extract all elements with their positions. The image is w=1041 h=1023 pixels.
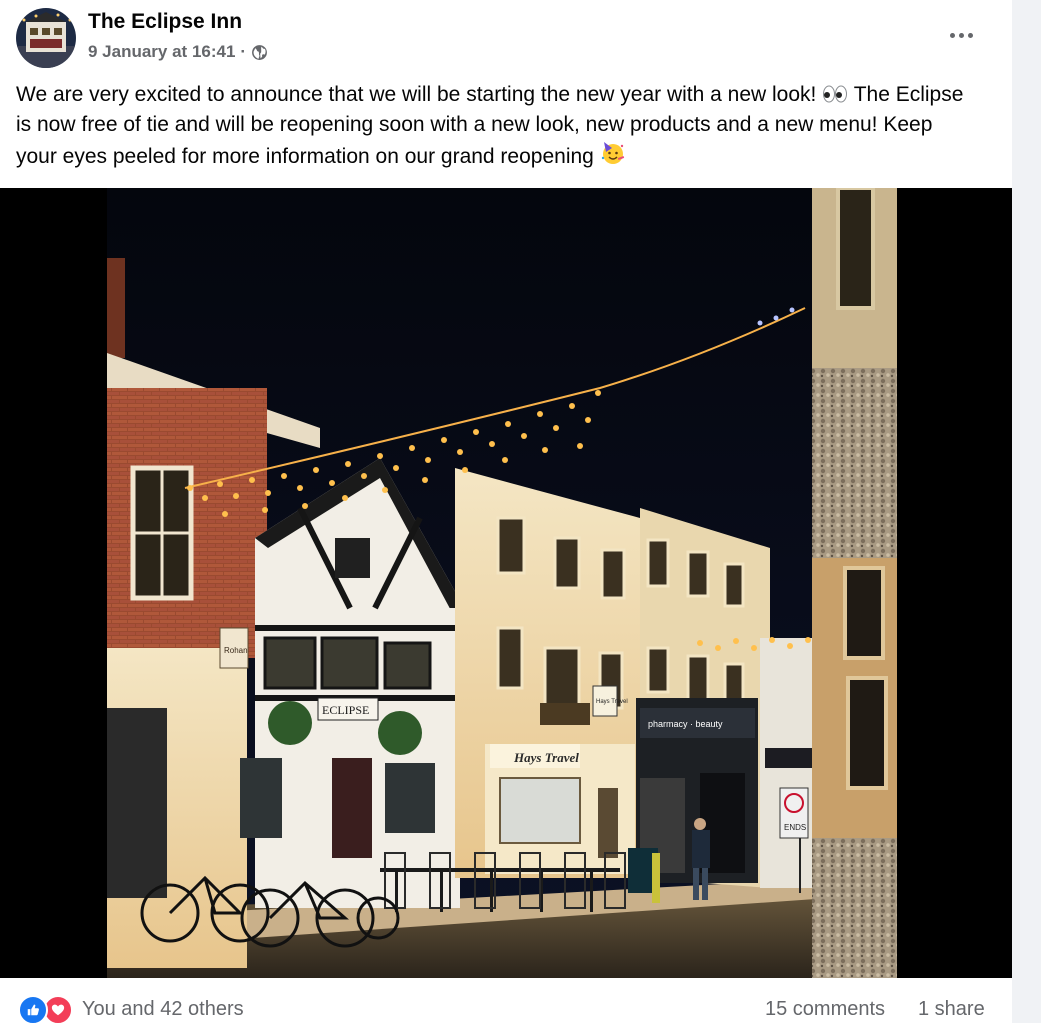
page-avatar[interactable] <box>16 8 76 68</box>
eyes-emoji-icon <box>823 85 848 103</box>
eclipse-sign: ECLIPSE <box>322 703 369 717</box>
reactions-count[interactable]: You and 42 others <box>82 998 244 1021</box>
more-options-button[interactable] <box>940 18 982 52</box>
rohan-sign: Rohan <box>224 646 248 655</box>
more-options-icon-dot <box>967 32 973 38</box>
post-message: We are very excited to announce that we … <box>16 80 976 172</box>
shares-count[interactable]: 1 share <box>918 998 985 1021</box>
post-meta: 9 January at 16:41 · <box>88 42 268 62</box>
avatar-image <box>16 8 76 68</box>
hays-hanging-sign: Hays Travel <box>596 699 628 705</box>
more-options-icon <box>949 32 955 38</box>
more-options-icon-dot <box>958 32 964 38</box>
globe-icon[interactable] <box>251 44 268 61</box>
post-card: The Eclipse Inn 9 January at 16:41 · We … <box>0 0 1012 1023</box>
like-icon <box>18 995 48 1023</box>
page-name-link[interactable]: The Eclipse Inn <box>88 10 242 34</box>
feed-background <box>1012 0 1041 1023</box>
comments-count[interactable]: 15 comments <box>765 998 885 1021</box>
post-photo[interactable]: Rohan ECLIPSE Hays Travel Hays Travel ph… <box>0 188 1012 978</box>
street-photo-illustration: Rohan ECLIPSE Hays Travel Hays Travel ph… <box>107 188 897 978</box>
parking-ends-sign: ENDS <box>784 823 806 832</box>
post-timestamp[interactable]: 9 January at 16:41 <box>88 42 235 62</box>
partying-face-emoji-icon <box>601 142 624 164</box>
post-text-part1: We are very excited to announce that we … <box>16 83 817 106</box>
pharmacy-sign: pharmacy · beauty <box>648 719 723 729</box>
meta-separator: · <box>240 42 247 61</box>
hays-travel-sign: Hays Travel <box>513 750 579 765</box>
reaction-icons[interactable] <box>18 995 73 1023</box>
